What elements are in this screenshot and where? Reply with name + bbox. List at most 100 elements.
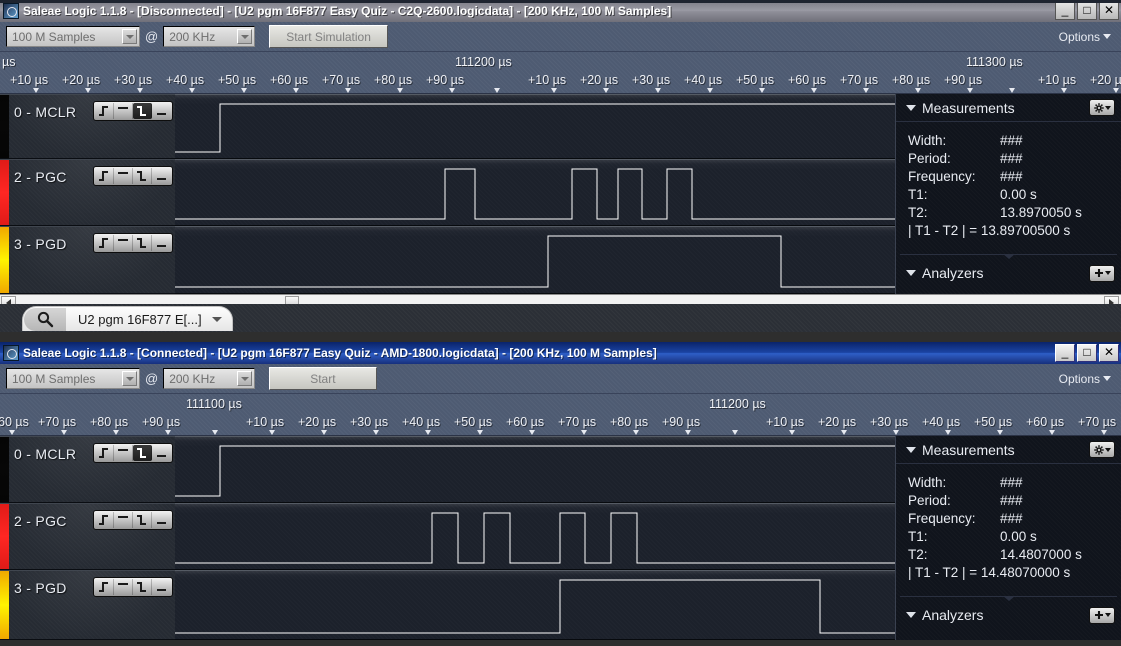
- titlebar-top[interactable]: Saleae Logic 1.1.8 - [Disconnected] - [U…: [0, 0, 1121, 22]
- sample-count-select-top[interactable]: 100 M Samples: [6, 26, 140, 47]
- trigger-falling-edge-icon[interactable]: [133, 445, 152, 461]
- side-dock-bottom[interactable]: Measurements Width: ### Period: ### Frequenc…: [895, 436, 1121, 640]
- logic-window-bottom[interactable]: Saleae Logic 1.1.8 - [Connected] - [U2 p…: [0, 342, 1121, 646]
- window-controls-bottom[interactable]: _ □ ✕: [1055, 344, 1119, 362]
- channel-row[interactable]: 0 - MCLR: [0, 436, 175, 503]
- waveform-lane-pgc[interactable]: [175, 503, 895, 570]
- measurement-label[interactable]: T1:: [908, 186, 1000, 204]
- scroll-right-button[interactable]: [1104, 295, 1119, 304]
- trigger-low-level-icon[interactable]: [152, 103, 171, 119]
- measurements-header-bottom[interactable]: Measurements: [896, 436, 1121, 464]
- add-analyzer-button-top[interactable]: [1089, 264, 1115, 282]
- measurement-label[interactable]: T2:: [908, 204, 1000, 222]
- trigger-edge-button-group[interactable]: [93, 166, 173, 186]
- trigger-low-level-icon[interactable]: [152, 235, 171, 251]
- chevron-down-icon[interactable]: [906, 270, 916, 276]
- chevron-down-icon[interactable]: [906, 612, 916, 618]
- chevron-down-icon[interactable]: [237, 371, 253, 386]
- titlebar-bottom[interactable]: Saleae Logic 1.1.8 - [Connected] - [U2 p…: [0, 342, 1121, 364]
- sample-count-select-bottom[interactable]: 100 M Samples: [6, 368, 140, 389]
- channel-row[interactable]: 0 - MCLR: [0, 94, 175, 159]
- chevron-down-icon[interactable]: [906, 104, 916, 111]
- trigger-edge-button-group[interactable]: [93, 577, 173, 597]
- trigger-falling-edge-icon[interactable]: [133, 579, 152, 595]
- maximize-button-top[interactable]: □: [1077, 2, 1097, 20]
- time-ruler-bottom[interactable]: 111100 µs 111200 µs 60 µs +70 µs +80 µs +90 µ…: [0, 394, 1121, 436]
- waveform-lane-mclr[interactable]: [175, 94, 895, 159]
- trigger-edge-button-group[interactable]: [93, 233, 173, 253]
- sample-rate-select-bottom[interactable]: 200 KHz: [163, 368, 256, 389]
- measurement-label[interactable]: T1:: [908, 528, 1000, 546]
- trigger-high-level-icon[interactable]: [114, 579, 133, 595]
- waveform-area-bottom[interactable]: [175, 436, 895, 640]
- trigger-falling-edge-icon[interactable]: [133, 168, 152, 184]
- channel-row[interactable]: 3 - PGD: [0, 226, 175, 294]
- toolbar-bottom[interactable]: 100 M Samples @ 200 KHz Start Options: [0, 364, 1121, 394]
- minimize-button-bottom[interactable]: _: [1055, 344, 1075, 362]
- chevron-down-icon[interactable]: [211, 316, 222, 322]
- trigger-low-level-icon[interactable]: [152, 512, 171, 528]
- trigger-rising-edge-icon[interactable]: [95, 235, 114, 251]
- channel-panel-bottom[interactable]: 0 - MCLR 2 - PGC 3 - PGD: [0, 436, 175, 640]
- channel-row[interactable]: 2 - PGC: [0, 503, 175, 570]
- trigger-edge-button-group[interactable]: [93, 443, 173, 463]
- waveform-area-top[interactable]: [175, 94, 895, 294]
- maximize-button-bottom[interactable]: □: [1077, 344, 1097, 362]
- trigger-falling-edge-icon[interactable]: [133, 235, 152, 251]
- trigger-rising-edge-icon[interactable]: [95, 579, 114, 595]
- waveform-lane-pgc[interactable]: [175, 159, 895, 226]
- start-simulation-button[interactable]: Start Simulation: [269, 25, 388, 48]
- analyzers-header-bottom[interactable]: Analyzers: [896, 601, 1121, 629]
- trigger-high-level-icon[interactable]: [114, 512, 133, 528]
- trigger-high-level-icon[interactable]: [114, 445, 133, 461]
- waveform-lane-mclr[interactable]: [175, 436, 895, 503]
- trigger-high-level-icon[interactable]: [114, 168, 133, 184]
- search-icon[interactable]: [24, 307, 66, 331]
- measurements-settings-button-top[interactable]: [1089, 99, 1115, 116]
- trigger-low-level-icon[interactable]: [152, 168, 171, 184]
- channel-row[interactable]: 2 - PGC: [0, 159, 175, 226]
- horizontal-scrollbar-top[interactable]: [0, 294, 1121, 304]
- options-menu-bottom[interactable]: Options: [1059, 372, 1115, 386]
- windows-taskbar[interactable]: U2 pgm 16F877 E[...]: [0, 304, 1121, 332]
- trigger-low-level-icon[interactable]: [152, 579, 171, 595]
- waveform-lane-pgd[interactable]: [175, 226, 895, 294]
- window-controls-top[interactable]: _ □ ✕: [1055, 2, 1119, 20]
- chevron-down-icon[interactable]: [122, 371, 137, 386]
- logic-window-top[interactable]: Saleae Logic 1.1.8 - [Disconnected] - [U…: [0, 0, 1121, 304]
- trigger-rising-edge-icon[interactable]: [95, 168, 114, 184]
- measurements-settings-button-bottom[interactable]: [1089, 441, 1115, 458]
- taskbar-item[interactable]: U2 pgm 16F877 E[...]: [22, 306, 233, 331]
- chevron-down-icon[interactable]: [237, 29, 253, 44]
- scrollbar-thumb[interactable]: [285, 296, 299, 304]
- time-ruler-top[interactable]: µs 111200 µs 111300 µs +10 µs +20 µs +30 µs +4…: [0, 52, 1121, 94]
- channel-row[interactable]: 3 - PGD: [0, 570, 175, 640]
- trigger-high-level-icon[interactable]: [114, 103, 133, 119]
- close-button-top[interactable]: ✕: [1099, 2, 1119, 20]
- trigger-rising-edge-icon[interactable]: [95, 512, 114, 528]
- trigger-rising-edge-icon[interactable]: [95, 103, 114, 119]
- trigger-edge-button-group[interactable]: [93, 101, 173, 121]
- measurement-label[interactable]: T2:: [908, 546, 1000, 564]
- toolbar-top[interactable]: 100 M Samples @ 200 KHz Start Simulation…: [0, 22, 1121, 52]
- trigger-falling-edge-icon[interactable]: [133, 103, 152, 119]
- add-analyzer-button-bottom[interactable]: [1089, 606, 1115, 624]
- chevron-down-icon[interactable]: [122, 29, 137, 44]
- measurements-header-top[interactable]: Measurements: [896, 94, 1121, 122]
- trigger-low-level-icon[interactable]: [152, 445, 171, 461]
- minimize-button-top[interactable]: _: [1055, 2, 1075, 20]
- side-dock-top[interactable]: Measurements Width: ### Period: ### Frequenc…: [895, 94, 1121, 294]
- trigger-rising-edge-icon[interactable]: [95, 445, 114, 461]
- analyzers-header-top[interactable]: Analyzers: [896, 259, 1121, 287]
- close-button-bottom[interactable]: ✕: [1099, 344, 1119, 362]
- channel-panel-top[interactable]: 0 - MCLR 2 - PGC 3 - PGD: [0, 94, 175, 294]
- trigger-edge-button-group[interactable]: [93, 510, 173, 530]
- chevron-down-icon[interactable]: [906, 446, 916, 453]
- start-button[interactable]: Start: [269, 367, 377, 390]
- trigger-high-level-icon[interactable]: [114, 235, 133, 251]
- trigger-falling-edge-icon[interactable]: [133, 512, 152, 528]
- options-menu-top[interactable]: Options: [1059, 30, 1115, 44]
- waveform-lane-pgd[interactable]: [175, 570, 895, 640]
- sample-rate-select-top[interactable]: 200 KHz: [163, 26, 256, 47]
- scroll-left-button[interactable]: [1, 295, 16, 304]
